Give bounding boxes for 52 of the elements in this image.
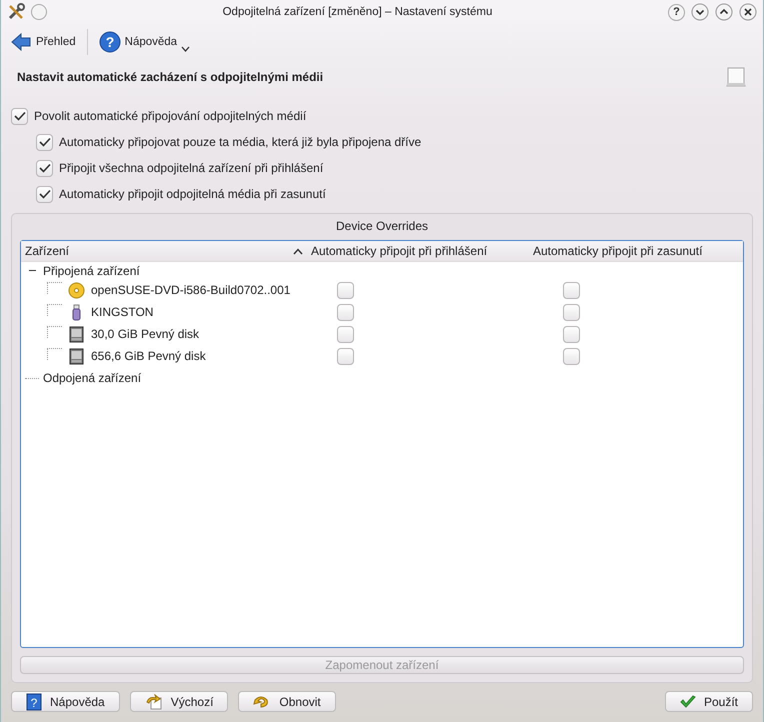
checkbox-label[interactable]: Připojit všechna odpojitelná zařízení při přihlášení: [59, 161, 324, 175]
checkbox[interactable]: [36, 160, 53, 176]
checkbox[interactable]: [36, 134, 53, 150]
caret-icon: [181, 46, 190, 52]
check-icon: [14, 111, 26, 121]
defaults-button[interactable]: Výchozí: [130, 691, 228, 712]
tools-icon[interactable]: [7, 3, 25, 21]
checkbox[interactable]: [337, 348, 354, 364]
help-icon: ?: [98, 31, 121, 53]
help-button[interactable]: ? Nápověda: [96, 29, 194, 55]
help-button[interactable]: ? Nápověda: [11, 691, 120, 712]
checkbox[interactable]: [563, 348, 580, 364]
checkbox-label[interactable]: Automaticky připojit odpojitelná média při zasunutí: [59, 187, 326, 201]
checkbox[interactable]: [563, 304, 580, 320]
checkbox[interactable]: [337, 326, 354, 342]
back-arrow-icon: [10, 31, 32, 53]
tree-item[interactable]: Odpojená zařízení: [43, 371, 142, 385]
tree-item[interactable]: KINGSTON: [91, 305, 154, 319]
checkbox[interactable]: [337, 304, 354, 320]
apply-button[interactable]: Použít: [664, 691, 753, 712]
maximize-button[interactable]: [715, 3, 733, 21]
column-header[interactable]: Zařízení: [25, 244, 70, 258]
check-icon: [38, 137, 50, 147]
tree-item[interactable]: 30,0 GiB Pevný disk: [91, 327, 200, 341]
tree-item[interactable]: 656,6 GiB Pevný disk: [91, 349, 206, 363]
minimize-button[interactable]: [691, 3, 709, 21]
disc-icon: [68, 282, 85, 298]
column-header[interactable]: Automaticky připojit při zasunutí: [533, 244, 702, 258]
checkbox[interactable]: [11, 108, 28, 124]
checkbox-label[interactable]: Povolit automatické připojování odpojitelných médií: [34, 109, 306, 123]
section-heading: Nastavit automatické zacházení s odpojitelnými médii: [17, 70, 324, 84]
column-header[interactable]: Automaticky připojit při přihlášení: [311, 244, 488, 258]
group-title: Device Overrides: [334, 218, 430, 235]
checkbox[interactable]: [563, 282, 580, 298]
help-book-icon: ?: [26, 692, 42, 710]
checkbox-label[interactable]: Automaticky připojovat pouze ta média, která již byla připojena dříve: [59, 135, 422, 149]
tree-item[interactable]: Připojená zařízení: [43, 264, 140, 278]
checkbox[interactable]: [337, 282, 354, 298]
undo-page-icon: [144, 694, 163, 710]
check-icon: [38, 163, 50, 173]
drive-icon: [725, 66, 747, 88]
back-button[interactable]: Přehled: [7, 29, 79, 55]
check-icon: [680, 694, 696, 708]
checkbox[interactable]: [563, 326, 580, 342]
close-button[interactable]: [739, 3, 757, 21]
help-button[interactable]: ?: [668, 4, 685, 20]
tree-item[interactable]: openSUSE-DVD-i586-Build0702..001: [91, 283, 290, 297]
check-icon: [38, 189, 50, 199]
checkbox[interactable]: [36, 186, 53, 202]
reset-button[interactable]: Obnovit: [238, 691, 336, 712]
window-title: Odpojitelná zařízení [změněno] – Nastavení systému: [222, 6, 494, 18]
pin-button[interactable]: [31, 4, 47, 20]
